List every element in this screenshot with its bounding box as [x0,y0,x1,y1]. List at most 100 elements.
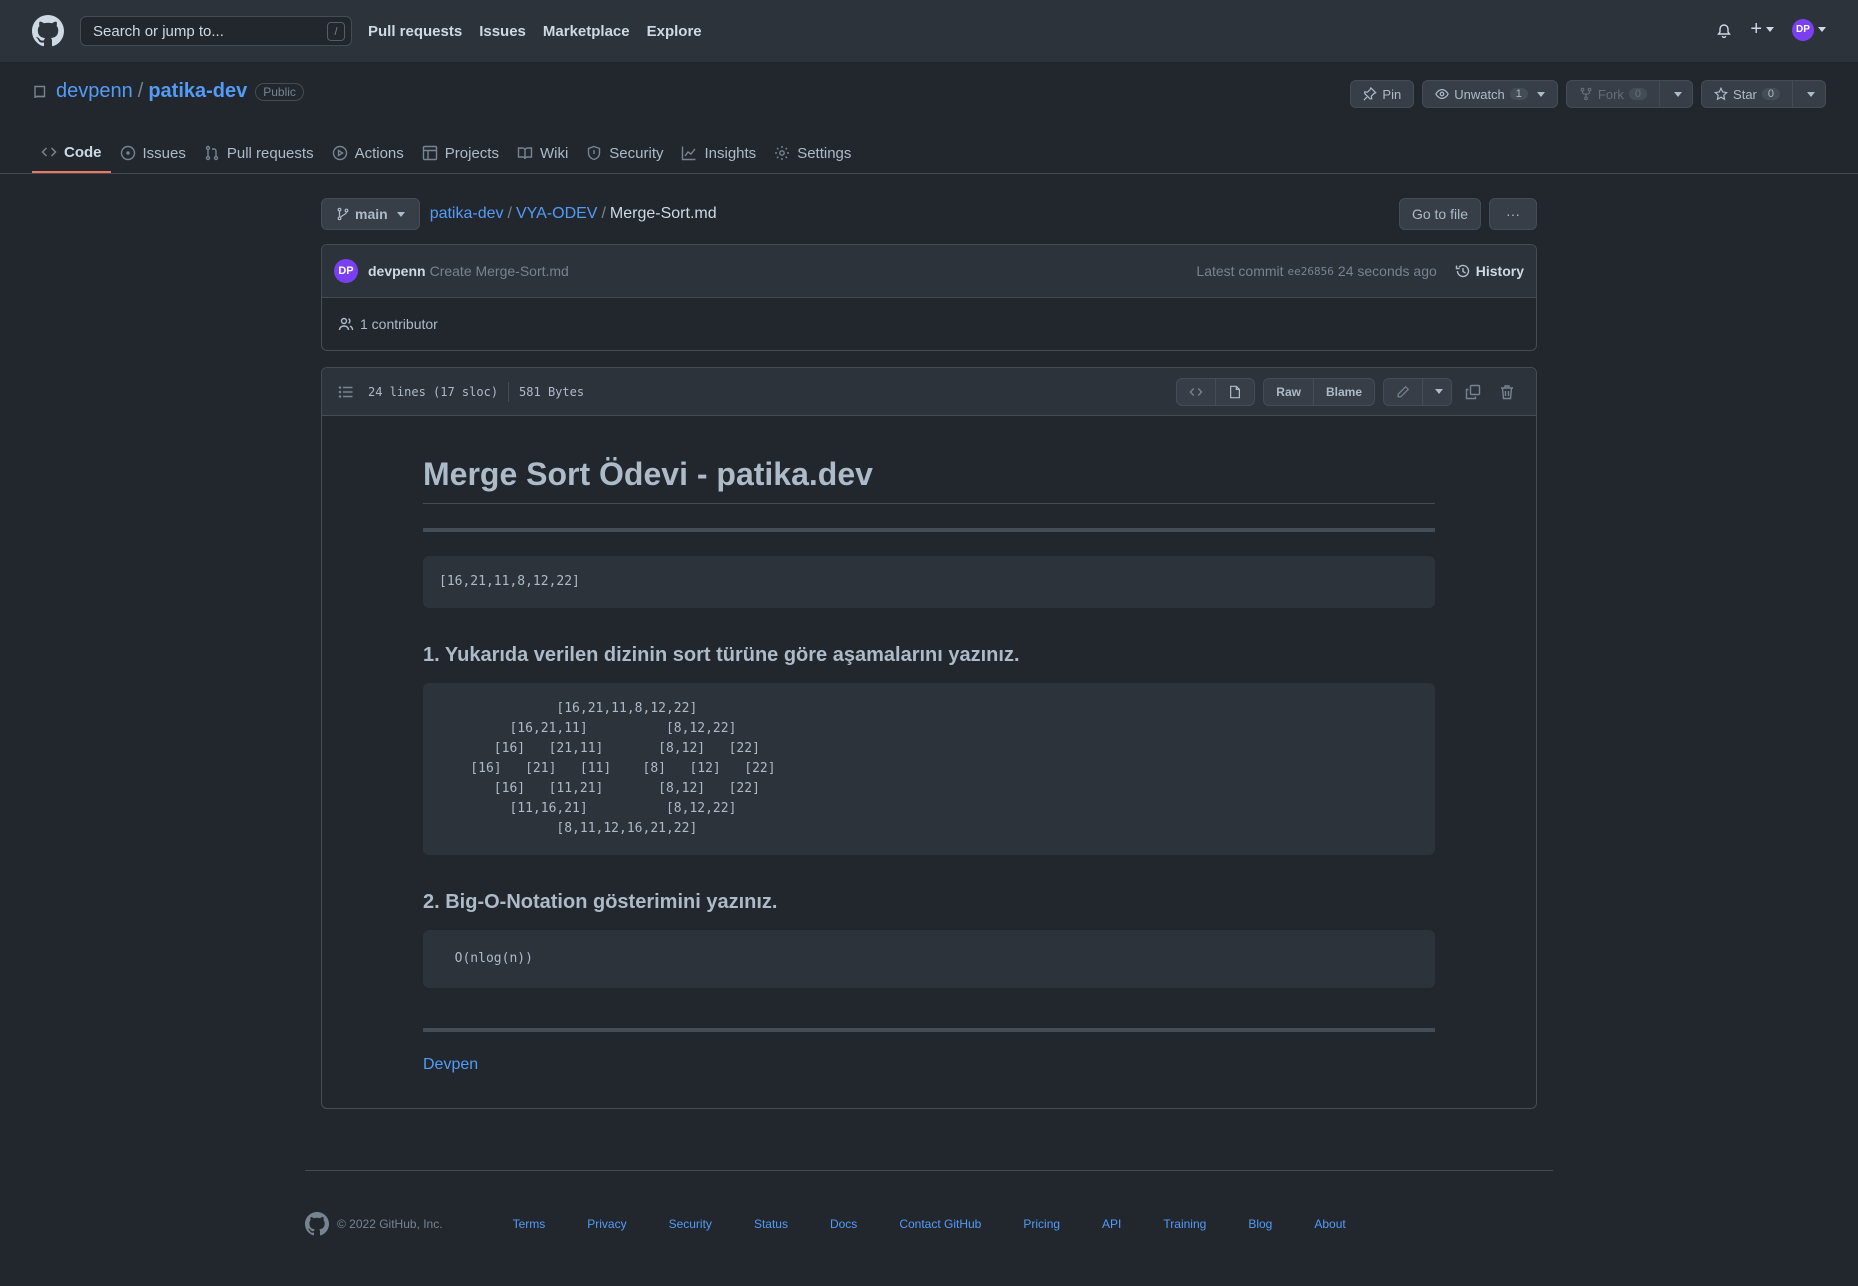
chevron-down-icon [1818,27,1826,32]
chevron-down-icon [396,211,405,217]
nav-explore[interactable]: Explore [647,23,702,40]
pin-button[interactable]: Pin [1350,80,1415,108]
tab-label: Issues [142,144,186,162]
footer-link-status[interactable]: Status [754,1217,788,1231]
branch-icon [337,207,349,221]
star-counter: 0 [1761,88,1780,100]
tab-issues[interactable]: Issues [111,133,195,173]
code-block-array: [16,21,11,8,12,22] [423,556,1435,608]
commit-time: 24 seconds ago [1337,263,1437,279]
footer-link-contact[interactable]: Contact GitHub [899,1217,981,1231]
github-logo-icon[interactable] [32,15,64,47]
fork-button[interactable]: Fork 0 [1565,80,1661,108]
tab-label: Pull requests [226,144,314,162]
raw-button[interactable]: Raw [1263,377,1314,406]
nav-issues[interactable]: Issues [479,23,526,40]
commit-sha-link[interactable]: ee26856 [1288,265,1334,278]
rendered-view-button[interactable] [1216,377,1256,406]
footer-link-api[interactable]: API [1102,1217,1121,1231]
bell-icon[interactable] [1716,22,1732,38]
line-count: 24 lines (17 sloc) [368,384,499,399]
star-button[interactable]: Star 0 [1701,80,1793,108]
contributors-label: 1 contributor [360,316,438,332]
issue-icon [120,145,135,161]
user-menu-button[interactable]: DP [1792,18,1826,41]
star-group: Star 0 [1701,80,1826,108]
breadcrumb-dir[interactable]: VYA-ODEV [516,205,598,222]
divider [305,1170,1553,1171]
question-2-heading: 2. Big-O-Notation gösterimini yazınız. [423,891,778,913]
repo-title: devpenn / patika-dev Public [32,80,304,103]
branch-select-button[interactable]: main [321,198,420,230]
breadcrumb-repo[interactable]: patika-dev [430,205,504,222]
divider [508,381,510,402]
commit-message-link[interactable]: Create Merge-Sort.md [430,263,569,279]
fork-dropdown-button[interactable] [1660,80,1694,108]
view-toggle [1176,377,1256,406]
code-icon [1189,387,1203,396]
repo-name-link[interactable]: patika-dev [148,80,247,103]
commit-author-link[interactable]: devpenn [368,263,426,279]
breadcrumb-separator: / [601,205,606,222]
search-input[interactable]: Search or jump to... / [80,16,352,46]
trash-icon [1501,384,1513,399]
search-shortcut-hint: / [327,22,345,41]
avatar: DP [1792,18,1814,41]
repo-owner-link[interactable]: devpenn [56,80,133,103]
tab-wiki[interactable]: Wiki [508,133,577,173]
tab-actions[interactable]: Actions [323,133,413,173]
footer-link-privacy[interactable]: Privacy [587,1217,626,1231]
footer-link-security[interactable]: Security [669,1217,712,1231]
footer-link-docs[interactable]: Docs [830,1217,857,1231]
contributors-row[interactable]: 1 contributor [322,298,1536,350]
chevron-down-icon [1674,91,1683,97]
graph-icon [682,146,697,161]
footer: © 2022 GitHub, Inc. Terms Privacy Securi… [305,1212,1553,1236]
nav-pull-requests[interactable]: Pull requests [368,23,462,40]
edit-group [1383,377,1452,406]
tab-pull-requests[interactable]: Pull requests [195,133,323,173]
list-icon[interactable] [338,384,354,400]
latest-commit-label: Latest commit [1196,263,1284,279]
delete-button[interactable] [1494,378,1520,406]
tab-security[interactable]: Security [577,133,672,173]
markdown-body: Merge Sort Ödevi - patika.dev [16,21,11,… [322,416,1536,1108]
pencil-icon [1397,385,1410,397]
search-placeholder: Search or jump to... [93,22,224,40]
footer-link-pricing[interactable]: Pricing [1023,1217,1060,1231]
go-to-file-button[interactable]: Go to file [1398,198,1481,230]
footer-link-training[interactable]: Training [1163,1217,1206,1231]
footer-link-terms[interactable]: Terms [513,1217,546,1231]
more-options-button[interactable]: ··· [1489,198,1537,230]
footer-link-about[interactable]: About [1314,1217,1345,1231]
edit-button[interactable] [1383,377,1423,406]
tab-code[interactable]: Code [32,133,111,173]
code-block-big-o: O(nlog(n)) [423,930,1435,988]
tab-label: Settings [797,144,852,162]
tab-insights[interactable]: Insights [672,133,765,173]
source-view-button[interactable] [1176,377,1217,406]
fork-icon [1580,87,1592,101]
chevron-down-icon [1807,91,1815,97]
tab-projects[interactable]: Projects [413,133,508,173]
signature-link[interactable]: Devpen [423,1056,478,1073]
play-icon [332,145,347,161]
file-icon [1230,385,1241,398]
unwatch-button[interactable]: Unwatch 1 [1422,80,1558,108]
star-dropdown-button[interactable] [1793,80,1826,108]
copy-button[interactable] [1460,378,1486,406]
create-new-button[interactable]: + [1750,18,1774,41]
avatar[interactable]: DP [334,259,358,283]
footer-link-blog[interactable]: Blog [1248,1217,1272,1231]
edit-dropdown-button[interactable] [1423,377,1452,406]
github-logo-icon[interactable] [305,1212,329,1236]
fork-label: Fork [1597,86,1624,102]
history-link[interactable]: History [1455,263,1524,279]
tab-settings[interactable]: Settings [765,133,860,173]
chevron-down-icon [1536,91,1545,97]
tab-label: Insights [704,144,757,162]
blame-button[interactable]: Blame [1313,377,1375,406]
horizontal-rule [423,1028,1435,1032]
nav-marketplace[interactable]: Marketplace [543,23,630,40]
pull-request-icon [205,145,219,161]
